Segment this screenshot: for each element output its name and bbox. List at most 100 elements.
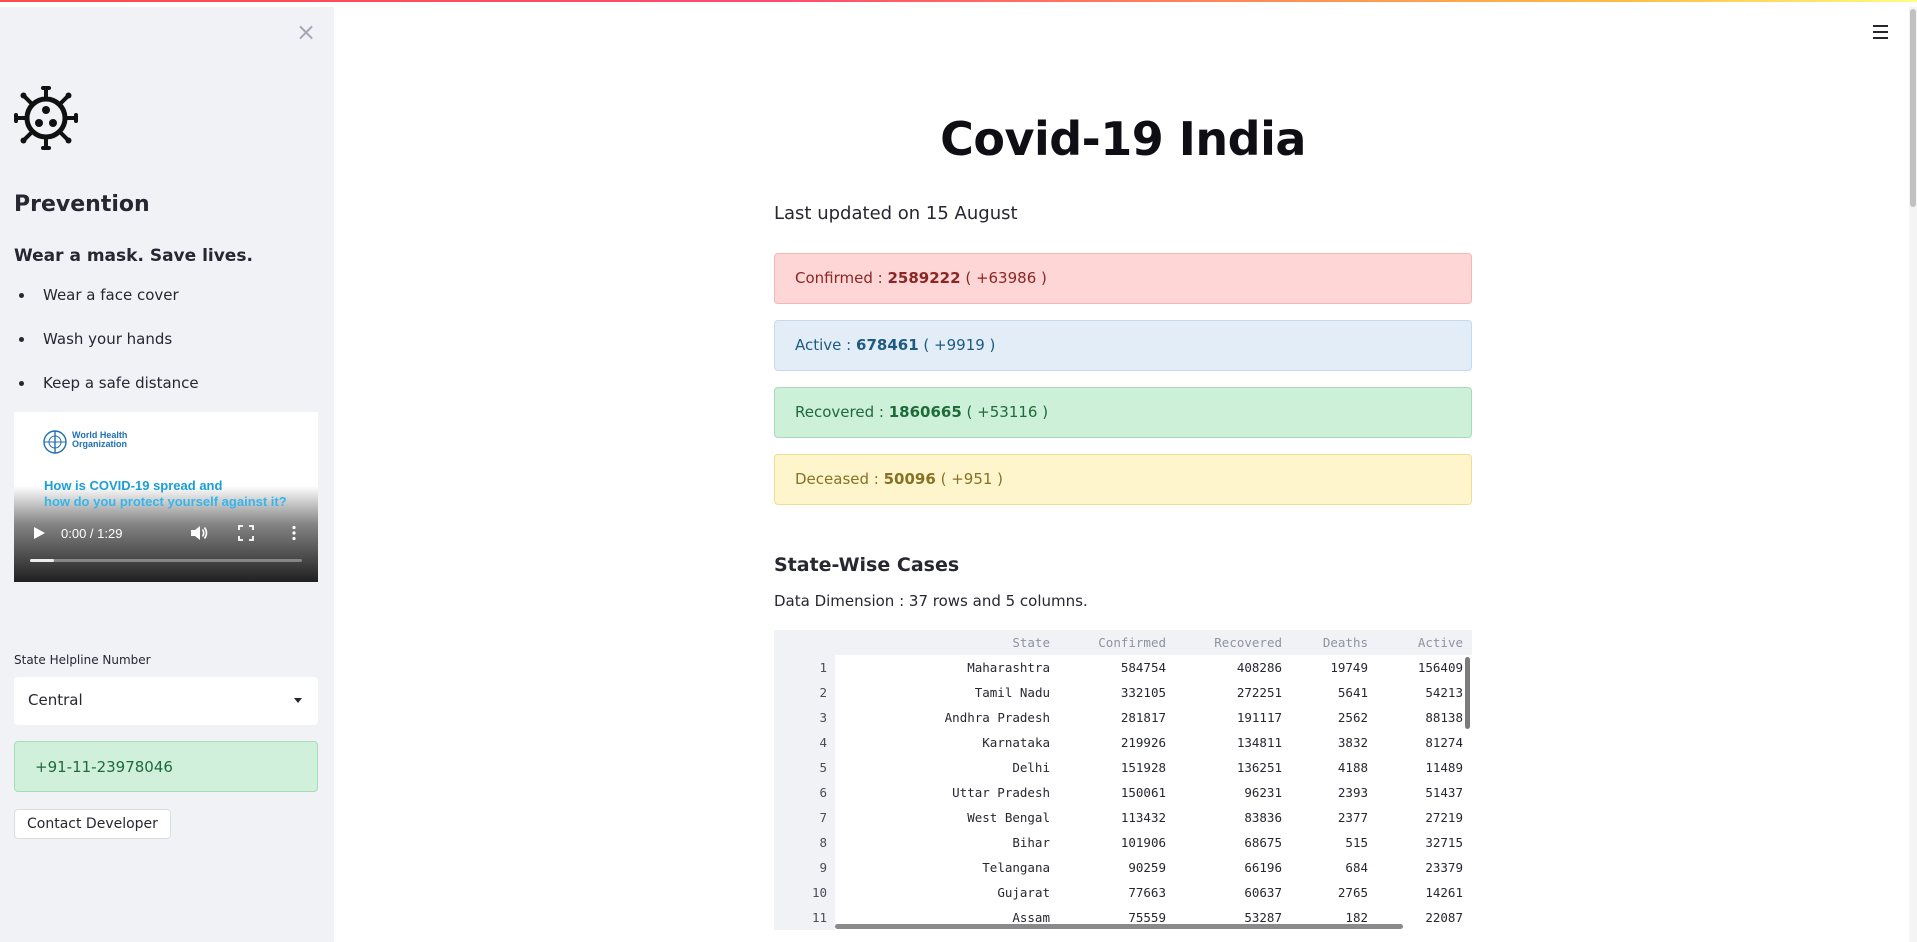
stat-label: Deceased : — [795, 470, 879, 488]
page-title: Covid-19 India — [940, 112, 1306, 166]
stat-value: 50096 — [883, 470, 936, 488]
row-index: 8 — [819, 835, 827, 850]
helpline-number-box: +91-11-23978046 — [14, 741, 318, 792]
cell-recovered: 134811 — [1236, 735, 1282, 750]
cell-state: Uttar Pradesh — [952, 785, 1050, 800]
table-row: 7 West Bengal 113432 83836 2377 27219 — [774, 805, 1472, 830]
cell-active: 88138 — [1425, 710, 1463, 725]
row-index: 7 — [819, 810, 827, 825]
video-player[interactable]: World Health Organization How is COVID-1… — [14, 412, 318, 582]
cell-confirmed: 101906 — [1120, 835, 1166, 850]
hamburger-menu-icon[interactable] — [1873, 25, 1889, 39]
top-decoration-bar — [0, 0, 1917, 7]
cell-confirmed: 219926 — [1120, 735, 1166, 750]
cell-state: Delhi — [1012, 760, 1050, 775]
state-helpline-select[interactable]: Central — [14, 677, 318, 725]
cell-state: Andhra Pradesh — [944, 710, 1050, 725]
stat-value: 678461 — [856, 336, 919, 354]
cell-confirmed: 332105 — [1120, 685, 1166, 700]
column-header[interactable]: Confirmed — [1050, 630, 1166, 655]
stat-value: 2589222 — [887, 269, 961, 287]
stat-delta: ( +63986 ) — [965, 269, 1047, 287]
table-row: 9 Telangana 90259 66196 684 23379 — [774, 855, 1472, 880]
cell-active: 51437 — [1425, 785, 1463, 800]
chevron-down-icon — [294, 698, 302, 703]
cell-deaths: 2765 — [1337, 885, 1368, 900]
table-row: 2 Tamil Nadu 332105 272251 5641 54213 — [774, 680, 1472, 705]
cell-confirmed: 281817 — [1120, 710, 1166, 725]
cell-recovered: 191117 — [1236, 710, 1282, 725]
fullscreen-icon[interactable] — [238, 525, 254, 541]
play-icon[interactable] — [32, 526, 46, 540]
sidebar-heading: Prevention — [14, 192, 150, 217]
cell-deaths: 19749 — [1330, 660, 1368, 675]
who-name-line: Organization — [72, 439, 128, 449]
video-title-line: how do you protect yourself against it? — [44, 494, 287, 509]
last-updated-text: Last updated on 15 August — [774, 203, 1018, 224]
cell-confirmed: 584754 — [1120, 660, 1166, 675]
cell-deaths: 684 — [1345, 860, 1368, 875]
cell-active: 23379 — [1425, 860, 1463, 875]
deceased-stat-box: Deceased : 50096 ( +951 ) — [774, 454, 1472, 505]
sidebar: × Prevention Wear a mask. Save lives. We… — [0, 0, 334, 942]
column-header[interactable]: State — [844, 630, 1050, 655]
video-progress-track[interactable] — [30, 559, 302, 562]
video-time: 0:00 / 1:29 — [61, 526, 123, 541]
cell-state: Karnataka — [982, 735, 1050, 750]
cell-confirmed: 77663 — [1128, 885, 1166, 900]
close-icon[interactable]: × — [296, 20, 316, 44]
table-row: 3 Andhra Pradesh 281817 191117 2562 8813… — [774, 705, 1472, 730]
contact-developer-button[interactable]: Contact Developer — [14, 809, 171, 839]
row-index: 3 — [819, 710, 827, 725]
row-index: 5 — [819, 760, 827, 775]
table-row: 10 Gujarat 77663 60637 2765 14261 — [774, 880, 1472, 905]
table-row: 5 Delhi 151928 136251 4188 11489 — [774, 755, 1472, 780]
row-index: 4 — [819, 735, 827, 750]
row-index: 1 — [819, 660, 827, 675]
state-wise-table[interactable]: State Confirmed Recovered Deaths Active … — [774, 630, 1472, 930]
cell-confirmed: 151928 — [1120, 760, 1166, 775]
data-dimension-text: Data Dimension : 37 rows and 5 columns. — [774, 592, 1088, 610]
table-row: 4 Karnataka 219926 134811 3832 81274 — [774, 730, 1472, 755]
cell-recovered: 272251 — [1236, 685, 1282, 700]
stat-label: Active : — [795, 336, 852, 354]
helpline-label: State Helpline Number — [14, 653, 151, 667]
sidebar-subheading: Wear a mask. Save lives. — [14, 246, 253, 266]
helpline-number: +91-11-23978046 — [35, 758, 173, 776]
active-stat-box: Active : 678461 ( +9919 ) — [774, 320, 1472, 371]
cell-state: Tamil Nadu — [974, 685, 1050, 700]
stat-delta: ( +9919 ) — [923, 336, 996, 354]
cell-state: Telangana — [982, 860, 1050, 875]
cell-recovered: 68675 — [1244, 835, 1282, 850]
who-emblem-icon — [43, 430, 67, 454]
stat-label: Recovered : — [795, 403, 884, 421]
cell-state: Bihar — [1012, 835, 1050, 850]
cell-deaths: 2562 — [1337, 710, 1368, 725]
cell-deaths: 4188 — [1337, 760, 1368, 775]
stat-value: 1860665 — [888, 403, 962, 421]
video-title: How is COVID-19 spread and how do you pr… — [44, 478, 287, 510]
table-vertical-scrollbar[interactable] — [1465, 657, 1470, 729]
virus-icon — [14, 86, 78, 150]
column-header[interactable]: Deaths — [1282, 630, 1368, 655]
cell-deaths: 2377 — [1337, 810, 1368, 825]
table-horizontal-scrollbar[interactable] — [835, 924, 1403, 929]
more-options-icon[interactable] — [290, 525, 298, 541]
cell-state: Maharashtra — [967, 660, 1050, 675]
cell-active: 54213 — [1425, 685, 1463, 700]
page-scrollbar-thumb[interactable] — [1910, 9, 1916, 207]
cell-deaths: 5641 — [1337, 685, 1368, 700]
page-scrollbar[interactable] — [1909, 0, 1917, 942]
cell-deaths: 515 — [1345, 835, 1368, 850]
cell-recovered: 408286 — [1236, 660, 1282, 675]
cell-recovered: 83836 — [1244, 810, 1282, 825]
confirmed-stat-box: Confirmed : 2589222 ( +63986 ) — [774, 253, 1472, 304]
cell-confirmed: 150061 — [1120, 785, 1166, 800]
column-header[interactable]: Recovered — [1166, 630, 1282, 655]
recovered-stat-box: Recovered : 1860665 ( +53116 ) — [774, 387, 1472, 438]
volume-icon[interactable] — [190, 525, 208, 541]
cell-recovered: 136251 — [1236, 760, 1282, 775]
column-header[interactable]: Active — [1368, 630, 1463, 655]
who-logo-text: World Health Organization — [72, 431, 127, 449]
cell-deaths: 2393 — [1337, 785, 1368, 800]
